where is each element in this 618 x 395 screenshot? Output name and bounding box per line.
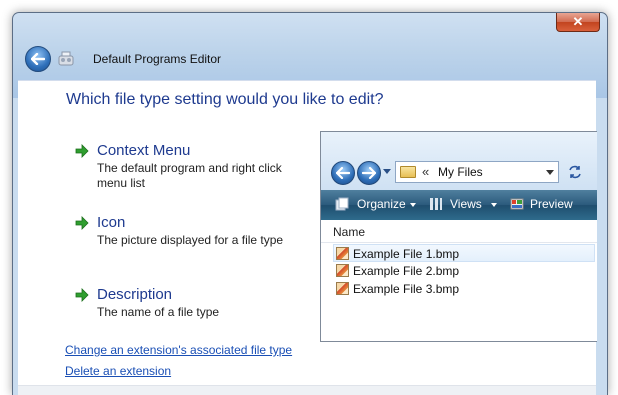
close-button[interactable]: ✕	[556, 13, 600, 32]
organize-button[interactable]: Organize	[357, 197, 406, 211]
change-extension-link[interactable]: Change an extension's associated file ty…	[65, 343, 292, 357]
bitmap-file-icon	[336, 264, 349, 277]
preview-forward-button[interactable]	[357, 161, 381, 185]
option-description[interactable]: Description	[97, 286, 172, 303]
preview-toolbar: Organize Views Preview	[321, 190, 597, 220]
folder-icon	[400, 166, 416, 178]
back-arrow-icon	[336, 167, 350, 179]
page-heading: Which file type setting would you like t…	[66, 91, 384, 108]
organize-dropdown-icon	[410, 203, 416, 207]
recent-pages-dropdown-icon[interactable]	[383, 169, 391, 174]
bitmap-file-icon	[336, 247, 349, 260]
preview-back-button[interactable]	[331, 161, 355, 185]
window-title: Default Programs Editor	[93, 52, 222, 66]
preview-icon	[510, 198, 524, 210]
breadcrumb-chevron: «	[422, 164, 430, 179]
file-row[interactable]: Example File 1.bmp	[333, 244, 595, 262]
bitmap-file-icon	[336, 282, 349, 295]
views-dropdown-icon	[491, 203, 497, 207]
refresh-icon[interactable]	[567, 165, 583, 179]
green-arrow-icon	[75, 288, 89, 302]
forward-arrow-icon	[362, 167, 376, 179]
close-icon: ✕	[572, 14, 584, 29]
organize-icon	[335, 197, 349, 211]
option-description-description: The name of a file type	[97, 305, 220, 319]
views-button[interactable]: Views	[450, 197, 482, 211]
address-bar[interactable]: « My Files	[395, 161, 559, 183]
back-arrow-icon	[31, 53, 45, 65]
green-arrow-icon	[75, 216, 89, 230]
option-icon-description: The picture displayed for a file type	[97, 233, 284, 247]
address-text: My Files	[438, 165, 483, 179]
option-context-menu-description: The default program and right click menu…	[97, 161, 282, 190]
option-context-menu[interactable]: Context Menu	[97, 142, 190, 159]
file-name: Example File 3.bmp	[353, 282, 460, 296]
app-icon	[58, 51, 74, 66]
delete-extension-link[interactable]: Delete an extension	[65, 364, 171, 378]
column-header: Name	[321, 220, 597, 243]
back-button[interactable]	[25, 46, 51, 72]
file-name: Example File 2.bmp	[353, 264, 460, 278]
views-icon	[430, 198, 442, 210]
file-row[interactable]: Example File 3.bmp	[334, 280, 596, 298]
explorer-preview: « My Files Organize Views Preview Name E…	[320, 131, 597, 342]
option-icon[interactable]: Icon	[97, 214, 125, 231]
address-dropdown-icon[interactable]	[546, 170, 554, 175]
file-row[interactable]: Example File 2.bmp	[334, 262, 596, 280]
preview-button[interactable]: Preview	[530, 197, 573, 211]
column-name-header[interactable]: Name	[333, 225, 365, 239]
file-name: Example File 1.bmp	[353, 247, 460, 261]
green-arrow-icon	[75, 144, 89, 158]
